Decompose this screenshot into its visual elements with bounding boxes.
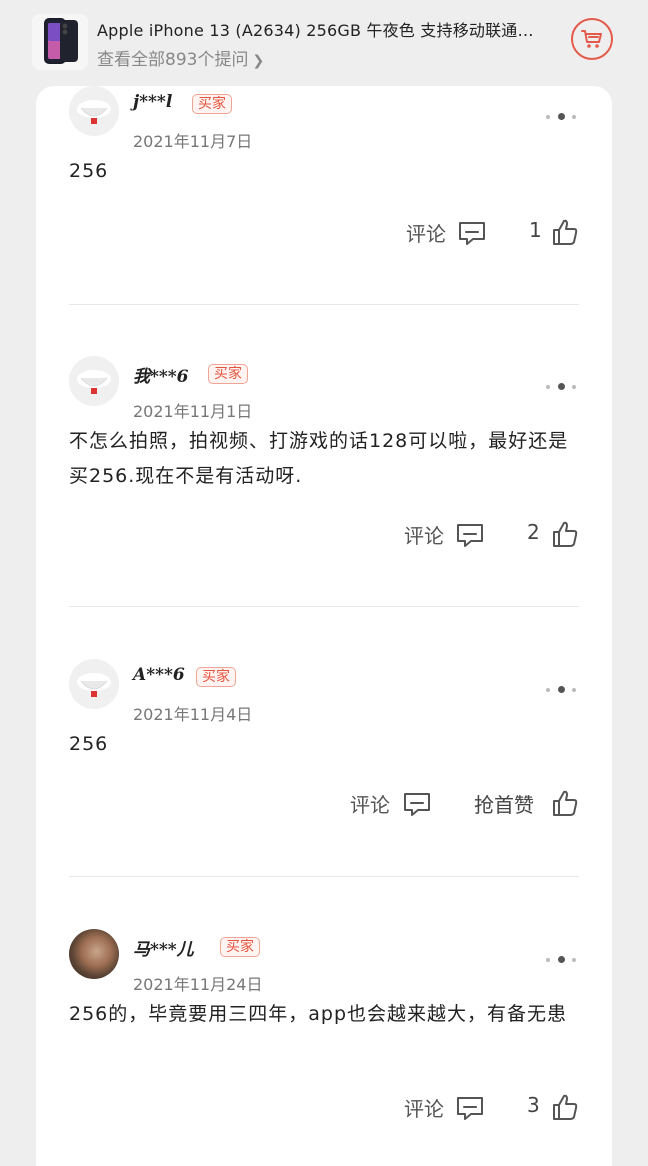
like-count: 3 <box>527 1093 540 1117</box>
review-date: 2021年11月4日 <box>133 705 253 724</box>
more-options-icon[interactable] <box>544 112 578 122</box>
more-options-icon[interactable] <box>544 382 578 392</box>
default-avatar[interactable] <box>69 86 119 136</box>
thumbs-up-icon[interactable] <box>550 519 580 549</box>
like-count: 2 <box>527 520 540 544</box>
buyer-badge: 买家 <box>196 667 236 687</box>
like-count: 1 <box>529 218 542 242</box>
review-date: 2021年11月24日 <box>133 975 263 994</box>
cart-button[interactable] <box>571 18 613 60</box>
product-title[interactable]: Apple iPhone 13 (A2634) 256GB 午夜色 支持移动联通… <box>97 17 557 41</box>
thumbs-up-icon[interactable] <box>550 788 580 818</box>
product-thumbnail[interactable] <box>32 14 88 70</box>
review-actions: 评论 2 <box>36 518 612 552</box>
review-text: 256的，毕竟要用三四年，app也会越来越大，有备无患 <box>69 1003 568 1025</box>
view-all-questions-link[interactable]: 查看全部893个提问 ❯ <box>97 45 264 70</box>
reviewer-name[interactable]: j***l <box>133 92 172 112</box>
review-date: 2021年11月1日 <box>133 402 253 421</box>
comment-label[interactable]: 评论 <box>404 1093 444 1122</box>
comment-icon[interactable] <box>402 790 432 820</box>
comment-icon[interactable] <box>457 219 487 249</box>
view-all-questions-label: 查看全部893个提问 <box>97 50 249 70</box>
comment-label[interactable]: 评论 <box>406 218 446 247</box>
review-actions: 评论 3 <box>36 1091 612 1125</box>
review-text: 不怎么拍照，拍视频、打游戏的话128可以啦，最好还是买256.现在不是有活动呀. <box>69 430 569 487</box>
reviewer-name[interactable]: 马***儿 <box>133 935 194 960</box>
more-options-icon[interactable] <box>544 955 578 965</box>
more-options-icon[interactable] <box>544 685 578 695</box>
chevron-right-icon: ❯ <box>252 53 265 69</box>
default-avatar[interactable] <box>69 659 119 709</box>
thumbs-up-icon[interactable] <box>550 217 580 247</box>
review-divider <box>69 606 579 607</box>
reviewer-name[interactable]: A***6 <box>133 665 185 685</box>
review-actions: 评论 抢首赞 <box>36 787 612 821</box>
reviews-card: j***l 买家 2021年11月7日 256 评论 1 我***6 买家 20… <box>36 86 612 1166</box>
like-first-label[interactable]: 抢首赞 <box>474 789 534 818</box>
cart-icon <box>581 30 602 48</box>
review-divider <box>69 876 579 877</box>
comment-label[interactable]: 评论 <box>404 520 444 549</box>
buyer-badge: 买家 <box>208 364 248 384</box>
buyer-badge: 买家 <box>192 94 232 114</box>
review-divider <box>69 304 579 305</box>
comment-icon[interactable] <box>455 1094 485 1124</box>
review-date: 2021年11月7日 <box>133 132 253 151</box>
user-photo-avatar[interactable] <box>69 929 119 979</box>
comment-label[interactable]: 评论 <box>350 789 390 818</box>
review-text: 256 <box>69 160 109 182</box>
reviewer-name[interactable]: 我***6 <box>133 362 189 387</box>
review-actions: 评论 1 <box>36 216 612 250</box>
review-text: 256 <box>69 733 109 755</box>
default-avatar[interactable] <box>69 356 119 406</box>
product-header: Apple iPhone 13 (A2634) 256GB 午夜色 支持移动联通… <box>0 0 648 86</box>
comment-icon[interactable] <box>455 521 485 551</box>
thumbs-up-icon[interactable] <box>550 1092 580 1122</box>
buyer-badge: 买家 <box>220 937 260 957</box>
